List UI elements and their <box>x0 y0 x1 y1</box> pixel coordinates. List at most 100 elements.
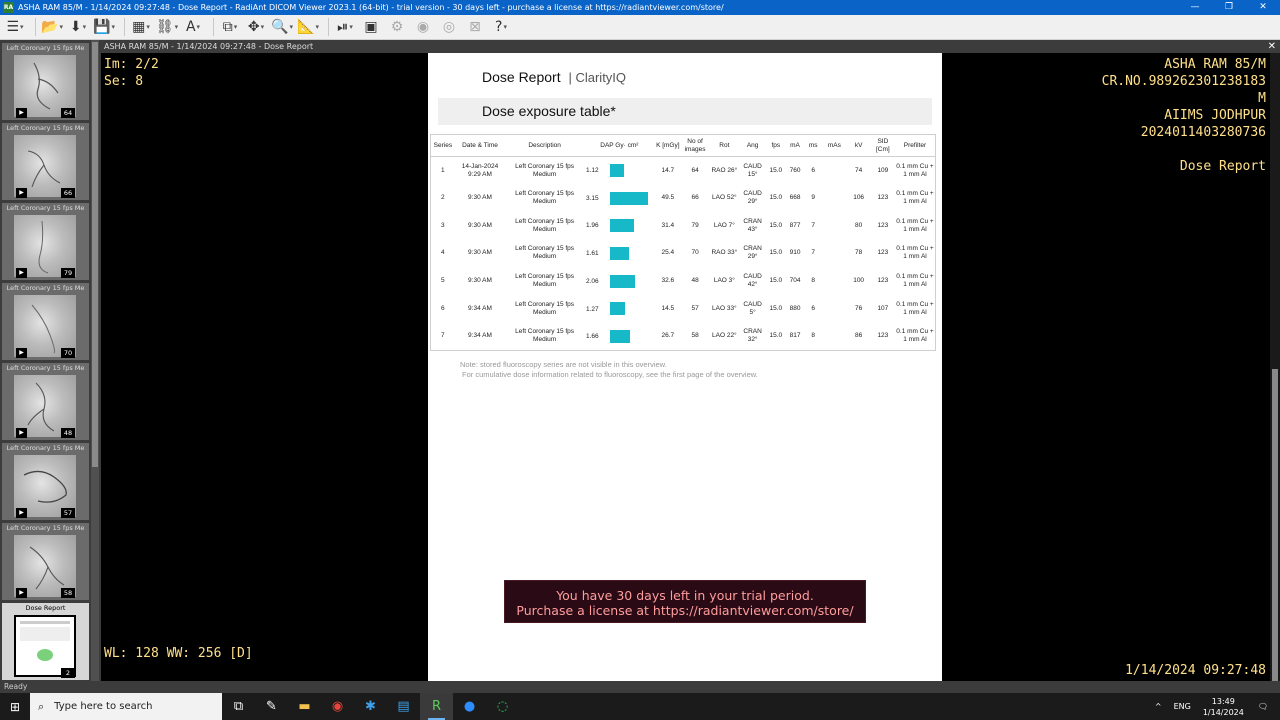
dap-value: 1.12 <box>586 167 599 175</box>
taskbar-search[interactable]: ⌕ Type here to search <box>30 693 222 720</box>
brand-label: | ClarityIQ <box>568 70 627 85</box>
language-indicator[interactable]: ENG <box>1174 702 1191 711</box>
mpr-icon[interactable]: ◉ <box>412 17 434 37</box>
zoom-app-icon[interactable]: ● <box>453 693 486 720</box>
measure-icon[interactable]: 📐 <box>297 17 319 37</box>
dap-value: 3.15 <box>586 194 599 202</box>
series-thumbnail[interactable]: Left Coronary 15 fps Me ▶ 66 <box>2 123 89 200</box>
cell-k: 14.5 <box>661 304 675 312</box>
cell-ang: CAUD 42° <box>743 273 762 289</box>
series-thumbnail[interactable]: Left Coronary 15 fps Me ▶ 70 <box>2 283 89 360</box>
scrollbar-thumb[interactable] <box>92 42 98 467</box>
trial-purchase-link[interactable]: Purchase a license at https://radiantvie… <box>505 603 865 618</box>
cell-fps: 15.0 <box>769 332 783 340</box>
cell-dap: 1.12 <box>584 157 655 185</box>
play-icon[interactable]: ▶ <box>16 588 27 598</box>
cell-ma: 760 <box>789 166 801 174</box>
cell-k: 25.4 <box>661 249 675 257</box>
patient-name: ASHA RAM 85/M <box>1164 57 1266 72</box>
cell-img: 70 <box>691 249 699 257</box>
image-viewport[interactable]: ASHA RAM 85/M - 1/14/2024 09:27:48 - Dos… <box>101 40 1280 681</box>
col-prefilter: Prefilter <box>894 134 936 157</box>
cell-ang: CAUD 5° <box>743 300 762 316</box>
play-icon[interactable]: ▶ <box>16 348 27 358</box>
report-title: Dose Report | ClarityIQ <box>482 69 627 85</box>
cell-img: 58 <box>691 332 699 340</box>
cell-series: 2 <box>441 194 445 202</box>
cell-rot: LAO 52° <box>712 194 737 202</box>
cell-kv: 78 <box>855 249 863 257</box>
series-thumbnail[interactable]: Left Coronary 15 fps Me ▶ 48 <box>2 363 89 440</box>
fusion-icon[interactable]: ◎ <box>438 17 460 37</box>
notification-icon[interactable]: 🗨 <box>1258 702 1268 711</box>
cell-mas <box>822 267 846 295</box>
pan-icon[interactable]: ✥ <box>245 17 267 37</box>
series-thumbnail[interactable]: Left Coronary 15 fps Me ▶ 57 <box>2 443 89 520</box>
close-button[interactable]: ✕ <box>1246 0 1280 15</box>
series-thumbnail[interactable]: Left Coronary 15 fps Me ▶ 64 <box>2 43 89 120</box>
chrome-icon[interactable]: ◉ <box>321 693 354 720</box>
play-icon[interactable]: ▶ <box>16 508 27 518</box>
patient-sex: M <box>1258 91 1266 106</box>
play-icon[interactable]: ▶ <box>16 268 27 278</box>
app-icon-blue[interactable]: ✱ <box>354 693 387 720</box>
taskbar-clock[interactable]: 13:49 1/14/2024 <box>1203 696 1244 718</box>
file-explorer-icon[interactable]: ▬ <box>288 693 321 720</box>
series-thumbnail[interactable]: Left Coronary 15 fps Me ▶ 58 <box>2 523 89 600</box>
restore-button[interactable]: ❐ <box>1212 0 1246 15</box>
layout-grid-icon[interactable]: ▦ <box>130 17 152 37</box>
trial-notice[interactable]: You have 30 days left in your trial peri… <box>504 580 866 623</box>
annotation-text-icon[interactable]: A <box>182 17 204 37</box>
download-icon[interactable]: ⬇ <box>67 17 89 37</box>
store-icon[interactable]: ▤ <box>387 693 420 720</box>
sidebar-scrollbar[interactable] <box>91 40 99 681</box>
overlay-top-left: Im: 2/2 Se: 8 <box>104 56 159 90</box>
cell-kv: 86 <box>855 332 863 340</box>
save-icon[interactable]: 💾 <box>93 17 115 37</box>
dap-value: 1.66 <box>586 332 599 340</box>
image-count: 48 <box>61 428 75 438</box>
scrollbar-thumb[interactable] <box>1272 369 1278 681</box>
section-title: Dose exposure table* <box>438 98 932 125</box>
title-bar: RA ASHA RAM 85/M - 1/14/2024 09:27:48 - … <box>0 0 1280 15</box>
cell-dt: 9:30 AM <box>468 194 492 202</box>
series-sync-icon[interactable]: ⧉ <box>219 17 241 37</box>
table-header-row: Series Date & Time Description DAP Gy· c… <box>430 134 936 157</box>
task-view-icon[interactable]: ⧉ <box>222 693 255 720</box>
help-icon[interactable]: ? <box>490 17 512 37</box>
cell-k: 14.7 <box>661 166 675 174</box>
open-folder-icon[interactable]: 📂 <box>41 17 63 37</box>
cine-icon[interactable]: ⏯ <box>334 17 356 37</box>
minimize-button[interactable]: — <box>1178 0 1212 15</box>
cell-series: 1 <box>441 166 445 174</box>
zoom-icon[interactable]: 🔍 <box>271 17 293 37</box>
cell-dt: 9:30 AM <box>468 221 492 229</box>
image-count: 79 <box>61 268 75 278</box>
cell-pf: 0.1 mm Cu + 1 mm Al <box>896 217 934 233</box>
table-row: 1 14-Jan-2024 9:29 AM Left Coronary 15 fps… <box>431 157 936 185</box>
dicom-tags-icon[interactable]: ▣ <box>360 17 382 37</box>
trial-days-left: You have 30 days left in your trial peri… <box>556 588 814 603</box>
close-viewport-icon[interactable]: ✕ <box>1268 40 1276 53</box>
play-icon[interactable]: ▶ <box>16 428 27 438</box>
whatsapp-icon[interactable]: ◌ <box>486 693 519 720</box>
reset-icon[interactable]: ⊠ <box>464 17 486 37</box>
windows-start-icon[interactable]: ⊞ <box>0 693 30 720</box>
series-sidebar: Left Coronary 15 fps Me ▶ 64 Left Corona… <box>0 40 101 681</box>
series-thumbnail-selected[interactable]: Dose Report 2 <box>2 603 89 680</box>
link-icon[interactable]: ⛓ <box>156 17 178 37</box>
play-icon[interactable]: ▶ <box>16 108 27 118</box>
radiant-taskbar-icon[interactable]: R <box>420 693 453 720</box>
thumbnail-caption: Left Coronary 15 fps Me <box>6 284 85 292</box>
3d-icon[interactable]: ⚙ <box>386 17 408 37</box>
cell-dap: 3.15 <box>584 184 655 212</box>
play-icon[interactable]: ▶ <box>16 188 27 198</box>
cell-ma: 880 <box>789 304 801 312</box>
series-thumbnail[interactable]: Left Coronary 15 fps Me ▶ 79 <box>2 203 89 280</box>
menu-icon[interactable]: ☰ <box>4 17 26 37</box>
tray-chevron-icon[interactable]: ^ <box>1155 702 1162 711</box>
widgets-icon[interactable]: ✎ <box>255 693 288 720</box>
table-row: 7 9:34 AM Left Coronary 15 fps Medium 1.66 2… <box>431 323 936 351</box>
cell-k: 26.7 <box>661 332 675 340</box>
viewport-scrollbar[interactable] <box>1270 53 1280 681</box>
